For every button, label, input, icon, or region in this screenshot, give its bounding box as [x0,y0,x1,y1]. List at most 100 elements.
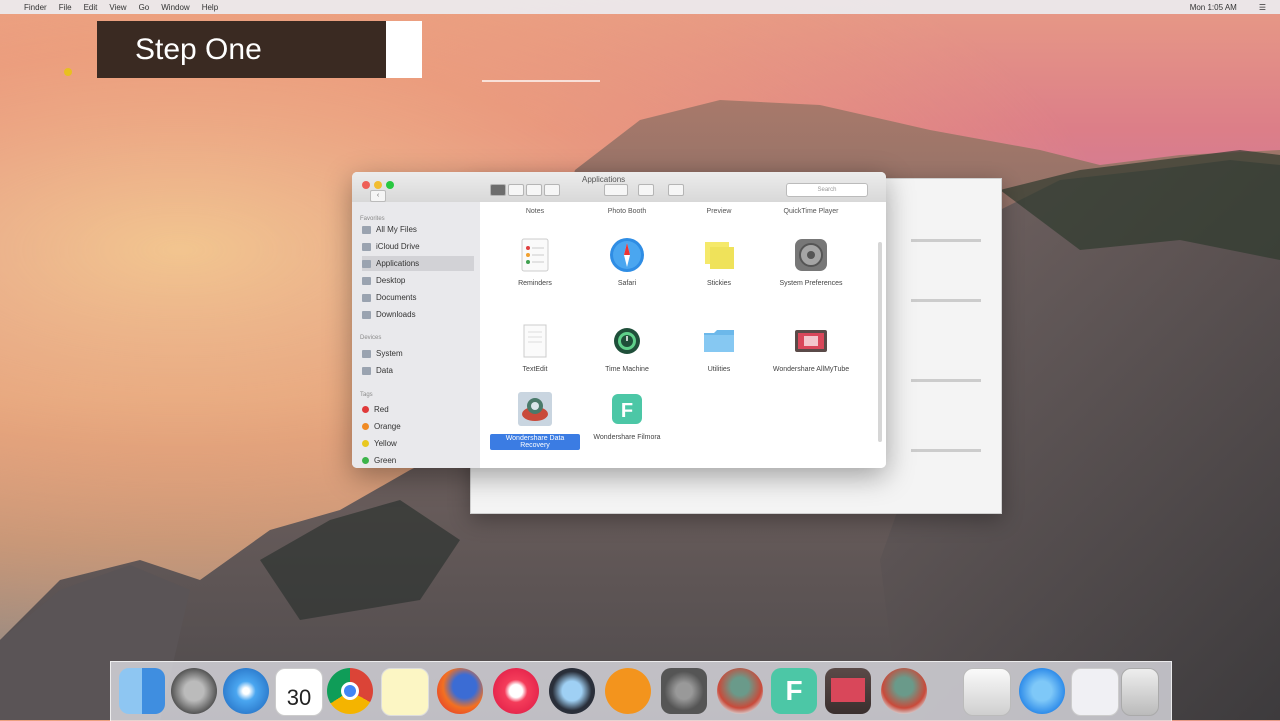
clock[interactable]: Mon 1:05 AM [1190,3,1237,12]
app-system-preferences[interactable]: System Preferences [766,236,856,287]
preview-icon[interactable] [963,668,1011,716]
sidebar-tag-yellow[interactable]: Yellow [362,436,474,451]
app-label: Reminders [518,280,552,287]
data-recovery-icon[interactable] [881,668,927,714]
zoom-button[interactable] [386,181,394,189]
app-utilities[interactable]: Utilities [674,322,764,373]
time-machine-icon [614,328,640,354]
minimize-button[interactable] [374,181,382,189]
app-label: Time Machine [605,366,649,373]
app-label-photo-booth[interactable]: Photo Booth [582,208,672,215]
sidebar-item-downloads[interactable]: Downloads [362,307,474,322]
applications-icon [362,259,371,268]
documents-icon [362,293,371,302]
sidebar-tag-red[interactable]: Red [362,402,474,417]
finder-sidebar: Favorites All My Files iCloud Drive Appl… [352,202,480,468]
filmora-icon[interactable]: F [771,668,817,714]
cloud-icon [362,242,371,251]
search-input[interactable]: Search [786,183,868,197]
app-reminders[interactable]: Reminders [490,236,580,287]
menu-go[interactable]: Go [139,3,150,12]
system-preferences-icon[interactable] [661,668,707,714]
app-safari[interactable]: Safari [582,236,672,287]
quicktime-icon[interactable] [549,668,595,714]
sidebar-label: System [376,349,403,358]
close-button[interactable] [362,181,370,189]
menu-window[interactable]: Window [161,3,189,12]
sidebar-label: Documents [376,293,417,302]
action-gear-button[interactable] [604,184,628,196]
column-view-button[interactable] [526,184,542,196]
sidebar-item-documents[interactable]: Documents [362,290,474,305]
chrome-center [341,682,359,700]
sidebar-item-icloud-drive[interactable]: iCloud Drive [362,239,474,254]
firefox-icon[interactable] [437,668,483,714]
app-allmytube[interactable]: Wondershare AllMyTube [766,322,856,373]
sidebar-tag-orange[interactable]: Orange [362,419,474,434]
sidebar-label: iCloud Drive [376,242,420,251]
menu-finder[interactable]: Finder [24,3,47,12]
menu-extras: Mon 1:05 AM ☰ [1178,3,1266,12]
vertical-scrollbar[interactable] [878,242,882,442]
sidebar-tag-green[interactable]: Green [362,453,474,468]
notification-center-icon[interactable]: ☰ [1259,3,1266,12]
downloads-stack-icon[interactable] [1071,668,1119,716]
safari-icon [610,238,644,272]
banner-underline [482,80,600,82]
app-data-recovery[interactable]: Wondershare Data Recovery [490,390,580,450]
app-textedit[interactable]: TextEdit [490,322,580,373]
safari-icon[interactable] [223,668,269,714]
app-stickies[interactable]: Stickies [674,236,764,287]
calendar-icon[interactable]: 30 [275,668,323,716]
finder-icon[interactable] [119,668,165,714]
app-store-icon[interactable] [1019,668,1065,714]
menu-edit[interactable]: Edit [84,3,98,12]
itunes-icon[interactable] [493,668,539,714]
icon-view-button[interactable] [490,184,506,196]
menu-file[interactable]: File [59,3,72,12]
data-recovery-icon[interactable] [717,668,763,714]
ibooks-icon[interactable] [605,668,651,714]
data-recovery-icon [518,392,552,426]
app-label-quicktime[interactable]: QuickTime Player [766,208,856,215]
launchpad-icon[interactable] [171,668,217,714]
app-label-preview[interactable]: Preview [674,208,764,215]
finder-window[interactable]: Applications ‹ Search Favorites All My F… [352,172,886,468]
filmora-letter: F [785,675,803,706]
cover-flow-button[interactable] [544,184,560,196]
sidebar-item-all-my-files[interactable]: All My Files [362,222,474,237]
menu-help[interactable]: Help [202,3,218,12]
tags-button[interactable] [668,184,684,196]
sidebar-label: Desktop [376,276,406,285]
allmytube-icon[interactable] [825,668,871,714]
sidebar-item-data[interactable]: Data [362,363,474,378]
desktop-icon [362,276,371,285]
share-button[interactable] [638,184,654,196]
app-time-machine[interactable]: Time Machine [582,322,672,373]
list-view-button[interactable] [508,184,524,196]
menu-view[interactable]: View [109,3,126,12]
app-label: Wondershare Filmora [593,434,661,441]
finder-titlebar[interactable]: Applications ‹ Search [352,172,886,203]
menu-bar: Finder File Edit View Go Window Help Mon… [0,0,1280,14]
green-tag-icon [362,457,369,464]
app-label: Wondershare AllMyTube [772,366,850,373]
app-label: Utilities [707,366,731,373]
allmytube-icon [795,330,827,352]
app-label: Safari [617,280,637,287]
sidebar-label: Downloads [376,310,416,319]
reminders-icon [521,238,549,272]
app-label: Wondershare Data Recovery [490,434,580,450]
step-banner: Step One [97,21,386,78]
notes-icon[interactable] [381,668,429,716]
trash-icon[interactable] [1121,668,1159,716]
allmytube-screen [831,678,865,702]
sidebar-item-system[interactable]: System [362,346,474,361]
calendar-day: 30 [286,685,312,710]
sidebar-item-desktop[interactable]: Desktop [362,273,474,288]
app-filmora[interactable]: F Wondershare Filmora [582,390,672,441]
app-label-notes[interactable]: Notes [490,208,580,215]
chrome-icon[interactable] [327,668,373,714]
back-button[interactable]: ‹ [370,190,386,202]
sidebar-item-applications[interactable]: Applications [362,256,474,271]
